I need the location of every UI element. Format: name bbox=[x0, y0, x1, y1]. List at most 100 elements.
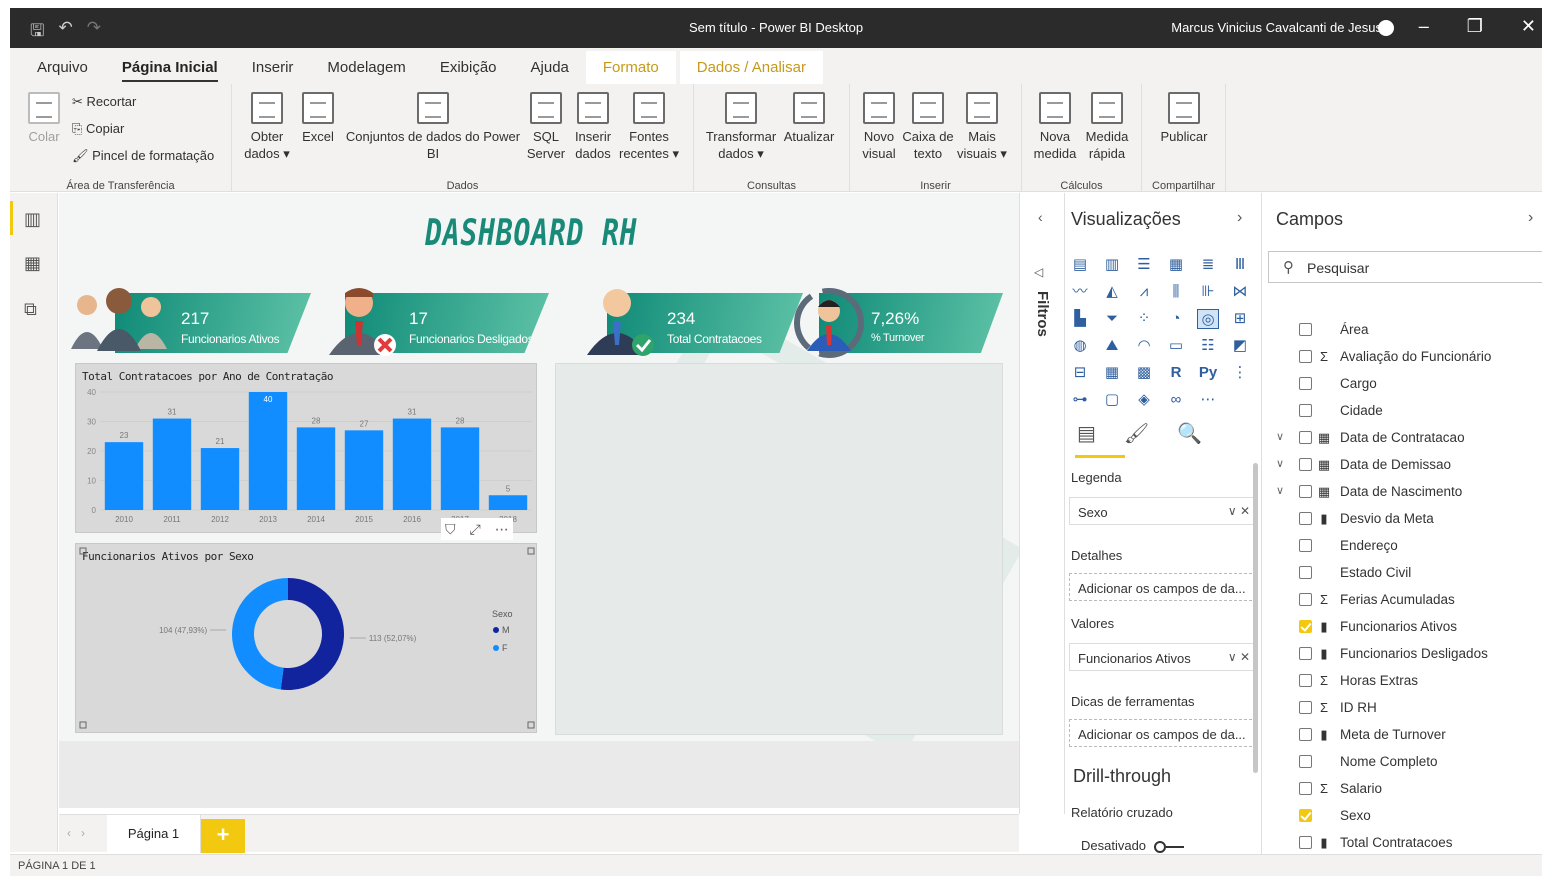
field-item[interactable]: ∨ ▦ Data de Demissao bbox=[1262, 452, 1542, 479]
table-icon[interactable]: ▦ bbox=[1101, 363, 1123, 383]
add-page-button[interactable]: + bbox=[201, 819, 245, 853]
field-item[interactable]: ▮ Meta de Turnover bbox=[1262, 722, 1542, 749]
stacked-area-icon[interactable]: ⩘ bbox=[1133, 282, 1155, 302]
datasets-button[interactable]: Conjuntos de dados do Power BI bbox=[342, 92, 524, 162]
100-column-icon[interactable]: Ⅲ bbox=[1229, 255, 1251, 275]
field-checkbox[interactable] bbox=[1299, 620, 1312, 633]
cut-button[interactable]: ✂ Recortar bbox=[72, 94, 136, 110]
kpi-icon[interactable]: ◩ bbox=[1229, 336, 1251, 356]
paste-button[interactable]: Colar bbox=[26, 92, 62, 145]
field-checkbox[interactable] bbox=[1299, 512, 1312, 525]
area-chart-icon[interactable]: ◭ bbox=[1101, 282, 1123, 302]
clustered-bar-icon[interactable]: ☰ bbox=[1133, 255, 1155, 275]
publish-button[interactable]: Publicar bbox=[1154, 92, 1214, 145]
donut-slice[interactable] bbox=[280, 578, 344, 690]
data-view-icon[interactable]: ▦ bbox=[24, 253, 41, 274]
bar[interactable] bbox=[392, 418, 432, 510]
expand-chevron-icon[interactable]: ∨ bbox=[1276, 484, 1284, 497]
sql-server-button[interactable]: SQL Server bbox=[526, 92, 566, 162]
format-roller-icon[interactable]: 🖌 bbox=[1124, 421, 1149, 446]
bar[interactable] bbox=[296, 427, 336, 510]
field-item[interactable]: ▮ Funcionarios Desligados bbox=[1262, 641, 1542, 668]
field-checkbox[interactable] bbox=[1299, 566, 1312, 579]
transform-data-button[interactable]: Transformar dados ▾ bbox=[704, 92, 778, 162]
new-visual-button[interactable]: Novo visual bbox=[860, 92, 898, 162]
details-well[interactable]: Adicionar os campos de da... bbox=[1069, 573, 1257, 601]
fields-search-input[interactable]: ⚲ Pesquisar bbox=[1268, 251, 1542, 283]
map-icon[interactable]: ◍ bbox=[1069, 336, 1091, 356]
tooltips-well[interactable]: Adicionar os campos de da... bbox=[1069, 719, 1257, 747]
bar[interactable] bbox=[488, 495, 528, 510]
fields-well-icon[interactable]: ▤ bbox=[1077, 421, 1096, 446]
resize-handle[interactable] bbox=[79, 721, 87, 729]
donut-slice[interactable] bbox=[231, 578, 288, 690]
well-controls-icon[interactable]: ∨ ✕ bbox=[1228, 504, 1250, 518]
values-well[interactable]: Funcionarios Ativos ∨ ✕ bbox=[1069, 643, 1257, 671]
funnel-icon[interactable]: ⏷ bbox=[1101, 309, 1123, 329]
card-icon[interactable]: ▭ bbox=[1165, 336, 1187, 356]
tab-pagina-inicial[interactable]: Página Inicial bbox=[105, 59, 235, 84]
expand-chevron-icon[interactable]: ∨ bbox=[1276, 430, 1284, 443]
report-view-icon[interactable]: ▥ bbox=[24, 209, 41, 230]
python-visual-icon[interactable]: Py bbox=[1197, 363, 1219, 383]
copy-button[interactable]: ⎘ Copiar bbox=[72, 121, 124, 137]
paginated-icon[interactable]: ∞ bbox=[1165, 390, 1187, 410]
field-item[interactable]: Σ Salario bbox=[1262, 776, 1542, 803]
filter-icon[interactable]: ⛉ bbox=[445, 521, 456, 538]
pie-chart-icon[interactable]: ◔ bbox=[1165, 309, 1187, 329]
expand-chevron-icon[interactable]: ∨ bbox=[1276, 457, 1284, 470]
ribbon-chart-icon[interactable]: ⋈ bbox=[1229, 282, 1251, 302]
viz-pane-scrollbar[interactable] bbox=[1253, 463, 1258, 773]
100-bar-icon[interactable]: ≣ bbox=[1197, 255, 1219, 275]
field-item[interactable]: Σ Avaliação do Funcionário bbox=[1262, 344, 1542, 371]
matrix-icon[interactable]: ▩ bbox=[1133, 363, 1155, 383]
cross-report-toggle[interactable]: Desativado bbox=[1081, 838, 1184, 853]
tab-exibicao[interactable]: Exibição bbox=[423, 59, 514, 84]
field-item[interactable]: ▮ Desvio da Meta bbox=[1262, 506, 1542, 533]
resize-handle[interactable] bbox=[527, 547, 535, 555]
custom-visual-icon[interactable]: ◈ bbox=[1133, 390, 1155, 410]
line-stacked-column-icon[interactable]: ⊪ bbox=[1197, 282, 1219, 302]
page-tab[interactable]: Página 1 bbox=[107, 815, 201, 853]
clustered-column-icon[interactable]: ▦ bbox=[1165, 255, 1187, 275]
field-checkbox[interactable] bbox=[1299, 323, 1312, 336]
bar[interactable] bbox=[440, 427, 480, 510]
field-checkbox[interactable] bbox=[1299, 404, 1312, 417]
legend-entry[interactable]: M bbox=[502, 625, 510, 635]
legend-well[interactable]: Sexo ∨ ✕ bbox=[1069, 497, 1257, 525]
bar[interactable] bbox=[248, 392, 288, 510]
field-item[interactable]: ∨ ▦ Data de Nascimento bbox=[1262, 479, 1542, 506]
restore-icon[interactable]: ❐ bbox=[1467, 16, 1483, 37]
chevron-left-icon[interactable]: ‹ bbox=[1038, 209, 1043, 225]
tab-dados-analisar[interactable]: Dados / Analisar bbox=[679, 51, 823, 84]
tab-inserir[interactable]: Inserir bbox=[235, 59, 311, 84]
more-visuals-icon[interactable]: ⋯ bbox=[1197, 390, 1219, 410]
waterfall-icon[interactable]: ▙ bbox=[1069, 309, 1091, 329]
field-item[interactable]: Nome Completo bbox=[1262, 749, 1542, 776]
field-item[interactable]: ▮ Total Contratacoes bbox=[1262, 830, 1542, 857]
line-chart-icon[interactable]: 〰 bbox=[1069, 282, 1091, 302]
line-column-icon[interactable]: ⫼ bbox=[1165, 282, 1187, 302]
field-checkbox[interactable] bbox=[1299, 836, 1312, 849]
bar-chart-visual[interactable]: Total Contratacoes por Ano de Contrataçã… bbox=[75, 363, 537, 533]
page-nav-arrows[interactable]: ‹› bbox=[67, 826, 95, 840]
chevron-right-icon[interactable]: › bbox=[1528, 209, 1533, 227]
field-checkbox[interactable] bbox=[1299, 674, 1312, 687]
scatter-icon[interactable]: ⁘ bbox=[1133, 309, 1155, 329]
field-checkbox[interactable] bbox=[1299, 377, 1312, 390]
field-checkbox[interactable] bbox=[1299, 782, 1312, 795]
field-checkbox[interactable] bbox=[1299, 350, 1312, 363]
donut-chart-icon[interactable]: ◎ bbox=[1197, 309, 1219, 329]
field-checkbox[interactable] bbox=[1299, 458, 1312, 471]
field-checkbox[interactable] bbox=[1299, 647, 1312, 660]
tab-arquivo[interactable]: Arquivo bbox=[10, 59, 105, 84]
field-checkbox[interactable] bbox=[1299, 485, 1312, 498]
close-icon[interactable]: ✕ bbox=[1521, 16, 1536, 37]
filled-map-icon[interactable]: ⛰ bbox=[1101, 336, 1123, 356]
more-visuals-button[interactable]: Mais visuais ▾ bbox=[956, 92, 1008, 162]
bar[interactable] bbox=[200, 448, 240, 510]
bar[interactable] bbox=[152, 418, 192, 510]
stacked-column-icon[interactable]: ▥ bbox=[1101, 255, 1123, 275]
well-controls-icon[interactable]: ∨ ✕ bbox=[1228, 650, 1250, 664]
decomposition-tree-icon[interactable]: ⊶ bbox=[1069, 390, 1091, 410]
